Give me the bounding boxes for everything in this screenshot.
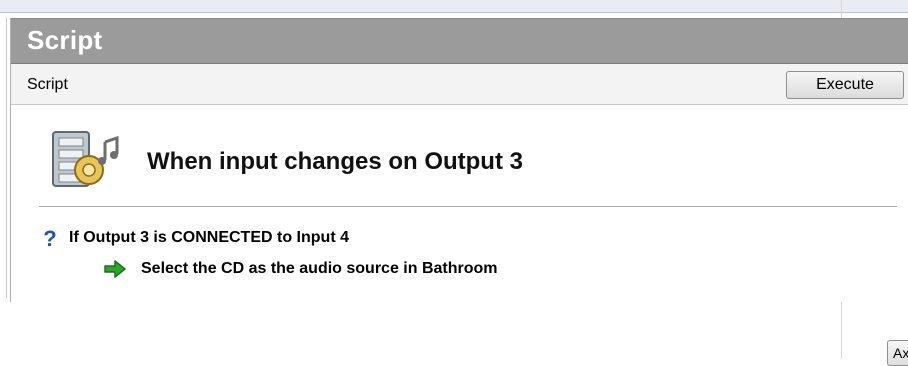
toolbar-label: Script xyxy=(27,76,68,93)
action-row[interactable]: Select the CD as the audio source in Bat… xyxy=(103,256,498,282)
question-mark-icon: ? xyxy=(43,226,56,250)
section-divider xyxy=(39,206,897,207)
media-video-audio-icon xyxy=(52,131,119,187)
green-arrow-right-icon xyxy=(104,260,126,278)
svg-text:?: ? xyxy=(43,226,56,250)
partial-button[interactable]: Ax xyxy=(887,340,908,366)
condition-row[interactable]: ? If Output 3 is CONNECTED to Input 4 xyxy=(39,226,349,250)
panel-header: Script xyxy=(11,18,908,64)
script-panel: Script Script Execute When input changes… xyxy=(10,18,908,302)
event-header: When input changes on Output 3 xyxy=(11,114,908,206)
left-divider-line xyxy=(6,18,7,298)
top-strip-border xyxy=(0,12,908,13)
panel-title: Script xyxy=(27,25,103,55)
execute-button[interactable]: Execute xyxy=(786,71,904,99)
script-toolbar: Script Execute xyxy=(11,64,908,105)
top-strip xyxy=(0,0,908,12)
condition-text: If Output 3 is CONNECTED to Input 4 xyxy=(69,229,349,246)
event-title: When input changes on Output 3 xyxy=(147,148,523,175)
action-text: Select the CD as the audio source in Bat… xyxy=(141,260,498,277)
